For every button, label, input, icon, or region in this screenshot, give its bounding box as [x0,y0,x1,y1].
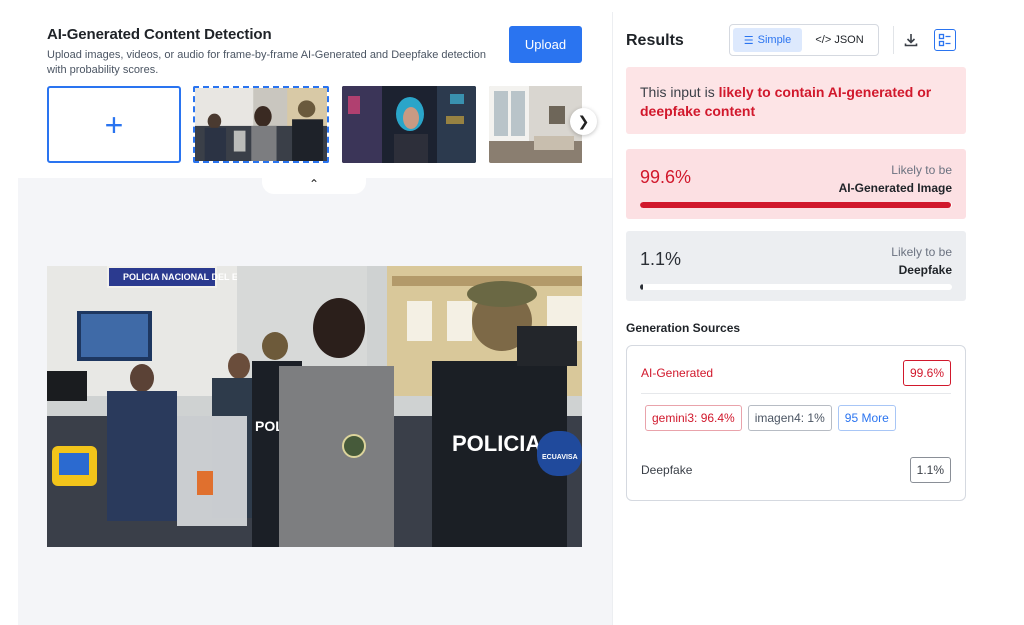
plus-icon: + [104,106,124,143]
page-subtitle: Upload images, videos, or audio for fram… [47,49,487,76]
deepfake-label: Deepfake [641,463,693,477]
deepfake-score-bar [640,284,952,290]
list-detail-icon [938,33,951,47]
gallery-thumbnail[interactable] [342,86,476,163]
main-preview-image: POLICIA NACIONAL DEL ECUADOR POLICIA POL… [47,266,582,547]
report-view-button[interactable] [934,29,956,51]
view-toggle: ☰ Simple </> JSON [729,24,879,56]
page-title: AI-Generated Content Detection [47,26,272,43]
add-media-button[interactable]: + [47,86,181,163]
ai-score-caption: Likely to be AI-Generated Image [839,161,952,197]
panel-divider [612,12,613,625]
simple-view-button[interactable]: ☰ Simple [733,28,803,52]
ai-generated-badge: 99.6% [902,360,951,386]
deepfake-score-caption: Likely to be Deepfake [891,243,952,279]
ai-generated-label: AI-Generated [641,366,714,380]
deepfake-row: Deepfake 1.1% [641,457,951,483]
deepfake-score-label: Deepfake [898,263,952,277]
gallery-thumbnail[interactable] [489,86,582,163]
deepfake-score-percent: 1.1% [640,249,682,269]
collapse-gallery-button[interactable]: ⌃ [262,174,366,194]
chevron-up-icon: ⌃ [308,177,320,191]
source-chips: gemini3: 96.4% imagen4: 1% 95 More [645,405,896,431]
gallery-thumbnail-selected[interactable] [193,86,329,163]
list-view-icon: ☰ [743,34,754,47]
deepfake-badge: 1.1% [909,457,951,483]
source-chip-gemini3[interactable]: gemini3: 96.4% [645,405,742,431]
json-view-label: </> JSON [815,34,864,46]
ai-score-percent: 99.6% [640,167,692,187]
sources-divider [641,393,951,394]
verdict-prefix: This input is [640,84,719,100]
ai-score-label: AI-Generated Image [838,181,952,195]
toolbar-separator [893,26,894,54]
police-vest-text-right: POLICIA [452,431,541,456]
deepfake-score-likely: Likely to be [891,245,952,259]
gallery-next-button[interactable]: ❯ [570,108,597,135]
generation-sources-panel: AI-Generated 99.6% gemini3: 96.4% imagen… [626,345,966,501]
simple-view-label: Simple [757,34,792,46]
ai-score-bar [640,202,952,208]
ai-generated-score-card: 99.6% Likely to be AI-Generated Image [626,149,966,219]
deepfake-score-card: 1.1% Likely to be Deepfake [626,231,966,301]
generation-sources-title: Generation Sources [626,321,741,335]
microphone-flag-text: ECUAVISA [542,454,578,461]
chevron-right-icon: ❯ [577,113,590,129]
ai-score-bar-fill [640,202,951,208]
ai-generated-row: AI-Generated 99.6% [641,360,951,386]
source-chip-imagen4[interactable]: imagen4: 1% [747,405,832,431]
deepfake-score-bar-fill [640,284,644,290]
json-view-button[interactable]: </> JSON [804,28,875,52]
verdict-banner: This input is likely to contain AI-gener… [626,67,966,134]
download-icon[interactable] [903,32,919,48]
more-sources-button[interactable]: 95 More [837,405,896,431]
results-title: Results [626,32,684,49]
upload-button[interactable]: Upload [509,26,582,63]
media-gallery: + [47,86,582,164]
ai-score-likely: Likely to be [891,163,952,177]
page-header: AI-Generated Content Detection Upload im… [47,26,497,78]
